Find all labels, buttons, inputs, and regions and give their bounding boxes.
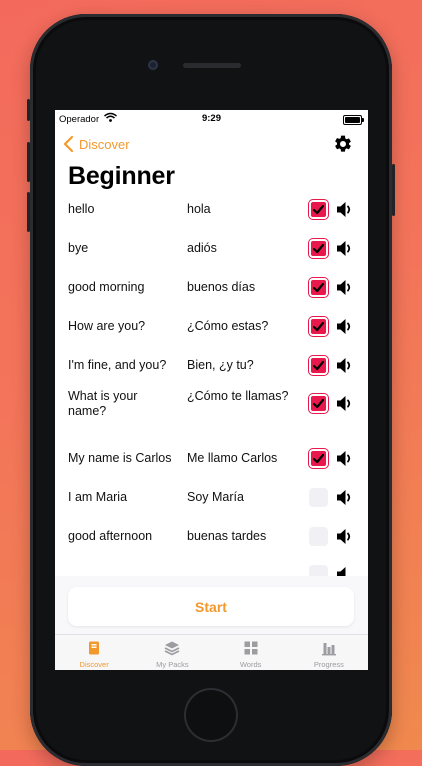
english-word: What is your name?	[68, 389, 138, 418]
english-word: My name is Carlos	[68, 451, 172, 465]
english-word: I am Maria	[68, 490, 128, 504]
tab-my-packs[interactable]: My Packs	[133, 635, 211, 670]
spanish-word: Bien, ¿y tu?	[187, 358, 254, 372]
tab-discover[interactable]: Discover	[55, 635, 133, 670]
spanish-word: buenos días	[187, 280, 256, 294]
include-checkbox[interactable]	[309, 527, 328, 546]
tab-progress[interactable]: Progress	[290, 635, 368, 670]
spanish-word: adiós	[187, 241, 217, 255]
checkmark-icon	[312, 282, 325, 293]
status-bar: Operador 9:29	[55, 110, 368, 130]
include-checkbox[interactable]	[309, 200, 328, 219]
tab-label: Progress	[313, 660, 344, 669]
back-label: Discover	[79, 136, 130, 152]
speaker-icon[interactable]	[336, 488, 353, 507]
page-title: Beginner	[68, 162, 175, 190]
start-button[interactable]: Start	[68, 587, 354, 626]
english-word: bye	[68, 241, 89, 255]
status-time: 9:29	[201, 113, 221, 124]
checkmark-icon	[312, 398, 325, 409]
checkmark-icon	[312, 243, 325, 254]
english-word: good morning	[68, 280, 145, 294]
app-screen: Operador 9:29 Discover Beginner hello hol…	[55, 110, 368, 670]
english-word: How are you?	[68, 319, 146, 333]
english-word: good afternoon	[68, 529, 153, 543]
tab-label: My Packs	[156, 660, 189, 669]
volume-up-button	[27, 142, 30, 182]
include-checkbox[interactable]	[309, 278, 328, 297]
speaker-icon[interactable]	[336, 394, 353, 413]
discover-icon	[89, 641, 100, 655]
include-checkbox[interactable]	[309, 449, 328, 468]
speaker-icon[interactable]	[336, 356, 353, 375]
layers-icon	[165, 641, 180, 656]
grid-icon	[244, 641, 258, 655]
back-button[interactable]: Discover	[62, 134, 130, 154]
speaker-icon[interactable]	[336, 200, 353, 219]
checkmark-icon	[312, 360, 325, 371]
bar-chart-icon	[321, 643, 336, 656]
front-camera	[148, 60, 158, 70]
speaker-icon[interactable]	[336, 278, 353, 297]
spanish-word: Soy María	[187, 490, 244, 504]
tab-label: Words	[239, 660, 262, 669]
english-word: I'm fine, and you?	[68, 358, 167, 372]
spanish-word: ¿Cómo te llamas?	[187, 389, 289, 403]
home-button	[184, 688, 238, 742]
checkmark-icon	[312, 204, 325, 215]
checkmark-icon	[312, 321, 325, 332]
spanish-word: ¿Cómo estas?	[187, 319, 269, 333]
spanish-word: hola	[187, 202, 211, 216]
power-button	[392, 164, 395, 216]
tab-bar: Discover My Packs Words Progress	[55, 634, 368, 670]
include-checkbox[interactable]	[309, 317, 328, 336]
battery-icon	[343, 115, 364, 125]
spanish-word: buenas tardes	[187, 529, 267, 543]
spanish-word: Me llamo Carlos	[187, 451, 278, 465]
include-checkbox[interactable]	[309, 239, 328, 258]
checkmark-icon	[312, 453, 325, 464]
speaker-icon[interactable]	[336, 527, 353, 546]
mute-switch	[27, 99, 30, 121]
gear-icon[interactable]	[333, 134, 353, 154]
include-checkbox[interactable]	[309, 394, 328, 413]
speaker-icon[interactable]	[336, 317, 353, 336]
include-checkbox[interactable]	[309, 356, 328, 375]
chevron-left-icon	[63, 135, 74, 153]
earpiece-speaker	[183, 63, 241, 68]
speaker-icon[interactable]	[336, 449, 353, 468]
english-word: hello	[68, 202, 95, 216]
tab-label: Discover	[79, 660, 109, 669]
include-checkbox[interactable]	[309, 488, 328, 507]
volume-down-button	[27, 192, 30, 232]
tab-words[interactable]: Words	[212, 635, 290, 670]
speaker-icon[interactable]	[336, 239, 353, 258]
